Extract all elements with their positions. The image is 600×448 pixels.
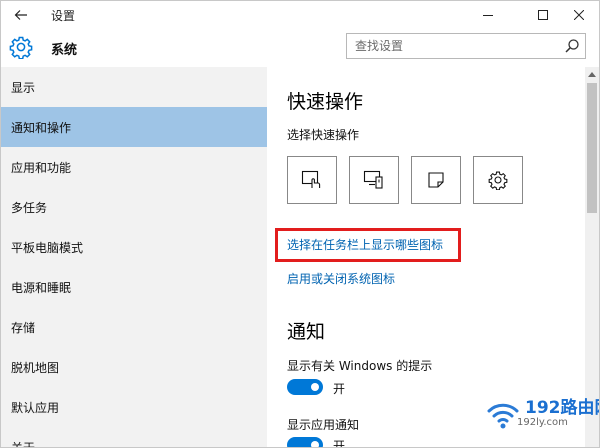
settings-window: 设置 系统 显示 通知和操作 应用和功能 bbox=[0, 0, 600, 448]
close-icon bbox=[574, 10, 584, 20]
watermark-main: 192路由网 bbox=[525, 398, 599, 418]
sidebar-item-tablet-mode[interactable]: 平板电脑模式 bbox=[1, 227, 267, 267]
all-settings-icon bbox=[488, 171, 508, 190]
search-input[interactable] bbox=[347, 34, 560, 58]
windows-tips-state: 开 bbox=[333, 382, 346, 396]
sidebar: 显示 通知和操作 应用和功能 多任务 平板电脑模式 电源和睡眠 存储 脱机地图 … bbox=[1, 67, 267, 447]
sidebar-item-storage[interactable]: 存储 bbox=[1, 307, 267, 347]
sidebar-item-power-sleep[interactable]: 电源和睡眠 bbox=[1, 267, 267, 307]
window-title: 设置 bbox=[51, 9, 76, 23]
back-button[interactable] bbox=[1, 1, 41, 29]
minimize-icon bbox=[483, 15, 493, 16]
tablet-mode-icon bbox=[301, 170, 321, 188]
windows-tips-label: 显示有关 Windows 的提示 bbox=[287, 359, 433, 373]
system-icons-link[interactable]: 启用或关闭系统图标 bbox=[287, 270, 395, 287]
search-icon[interactable] bbox=[564, 38, 580, 54]
maximize-icon bbox=[538, 10, 548, 20]
sidebar-item-multitasking[interactable]: 多任务 bbox=[1, 187, 267, 227]
gear-icon bbox=[9, 36, 33, 59]
page-title: 系统 bbox=[51, 43, 78, 58]
title-bar: 设置 bbox=[1, 1, 599, 29]
sidebar-item-notifications-actions[interactable]: 通知和操作 bbox=[1, 107, 267, 147]
notifications-heading: 通知 bbox=[287, 321, 326, 343]
watermark: 192路由网 192ly.com bbox=[481, 391, 599, 441]
page-header: 系统 bbox=[1, 29, 599, 67]
sidebar-item-display[interactable]: 显示 bbox=[1, 67, 267, 107]
sidebar-item-about[interactable]: 关于 bbox=[1, 427, 267, 448]
sidebar-item-offline-maps[interactable]: 脱机地图 bbox=[1, 347, 267, 387]
app-notifications-state: 开 bbox=[333, 439, 346, 448]
app-notifications-toggle[interactable] bbox=[287, 437, 323, 447]
sidebar-item-default-apps[interactable]: 默认应用 bbox=[1, 387, 267, 427]
search-box[interactable] bbox=[346, 33, 586, 59]
quick-action-tile-tablet-mode[interactable] bbox=[287, 156, 337, 204]
scroll-up-button[interactable] bbox=[585, 67, 599, 81]
quick-actions-heading: 快速操作 bbox=[287, 91, 364, 113]
highlight-box bbox=[275, 228, 461, 262]
quick-action-tile-note[interactable] bbox=[411, 156, 461, 204]
note-icon bbox=[428, 172, 444, 188]
sidebar-item-apps-features[interactable]: 应用和功能 bbox=[1, 147, 267, 187]
quick-action-tile-connect[interactable] bbox=[349, 156, 399, 204]
scrollbar[interactable] bbox=[585, 67, 599, 447]
close-button[interactable] bbox=[557, 1, 599, 29]
app-notifications-label: 显示应用通知 bbox=[287, 418, 360, 432]
quick-action-tile-all-settings[interactable] bbox=[473, 156, 523, 204]
toggle-knob bbox=[311, 383, 319, 391]
connect-icon bbox=[363, 170, 383, 189]
quick-actions-subheading: 选择快速操作 bbox=[287, 128, 360, 142]
scroll-thumb[interactable] bbox=[587, 83, 597, 213]
minimize-button[interactable] bbox=[466, 1, 510, 29]
windows-tips-toggle[interactable] bbox=[287, 379, 323, 395]
back-arrow-icon bbox=[14, 10, 27, 20]
scroll-up-arrow-icon bbox=[588, 71, 596, 77]
watermark-sub: 192ly.com bbox=[517, 417, 568, 428]
